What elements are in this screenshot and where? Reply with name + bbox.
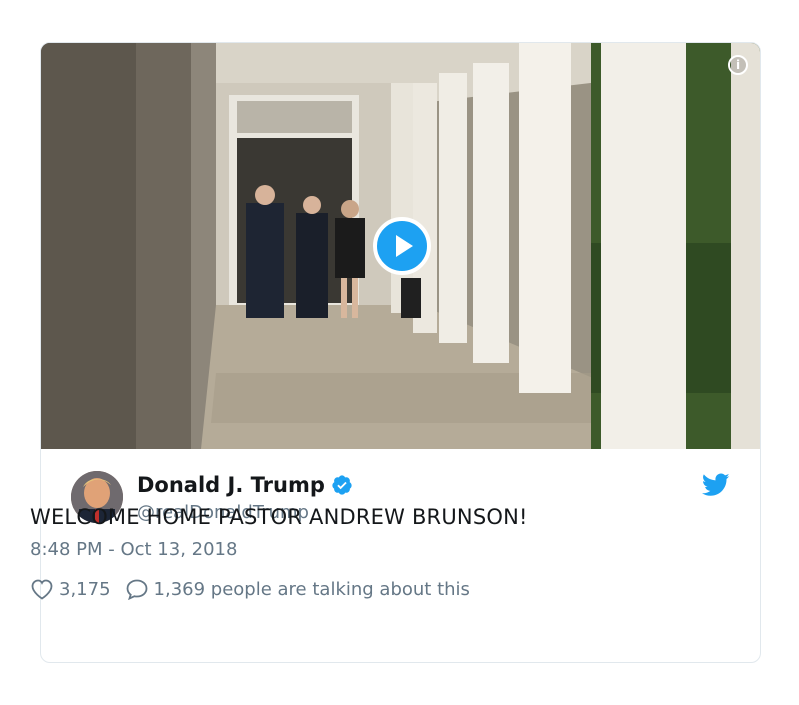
- conversation-button[interactable]: 1,369 people are talking about this: [125, 578, 470, 600]
- play-button[interactable]: [373, 217, 431, 275]
- play-icon: [396, 235, 413, 257]
- verified-icon: [332, 475, 352, 495]
- like-button[interactable]: 3,175: [30, 578, 111, 600]
- twitter-bird-icon[interactable]: [702, 473, 730, 497]
- display-name[interactable]: Donald J. Trump: [137, 473, 325, 497]
- conversation-text: 1,369 people are talking about this: [153, 578, 470, 600]
- video-player[interactable]: i: [41, 43, 760, 449]
- heart-icon: [31, 579, 53, 600]
- like-count: 3,175: [59, 578, 111, 600]
- tweet-text: WELCOME HOME PASTOR ANDREW BRUNSON!: [30, 505, 528, 529]
- speech-bubble-icon: [126, 579, 147, 600]
- info-icon[interactable]: i: [728, 55, 748, 75]
- tweet-actions: 3,175 1,369 people are talking about thi…: [30, 578, 470, 600]
- author-name-row[interactable]: Donald J. Trump: [137, 473, 353, 497]
- tweet-timestamp[interactable]: 8:48 PM - Oct 13, 2018: [30, 539, 237, 560]
- tweet-card[interactable]: i Donald J. Trump @realDonaldTrump: [40, 42, 761, 663]
